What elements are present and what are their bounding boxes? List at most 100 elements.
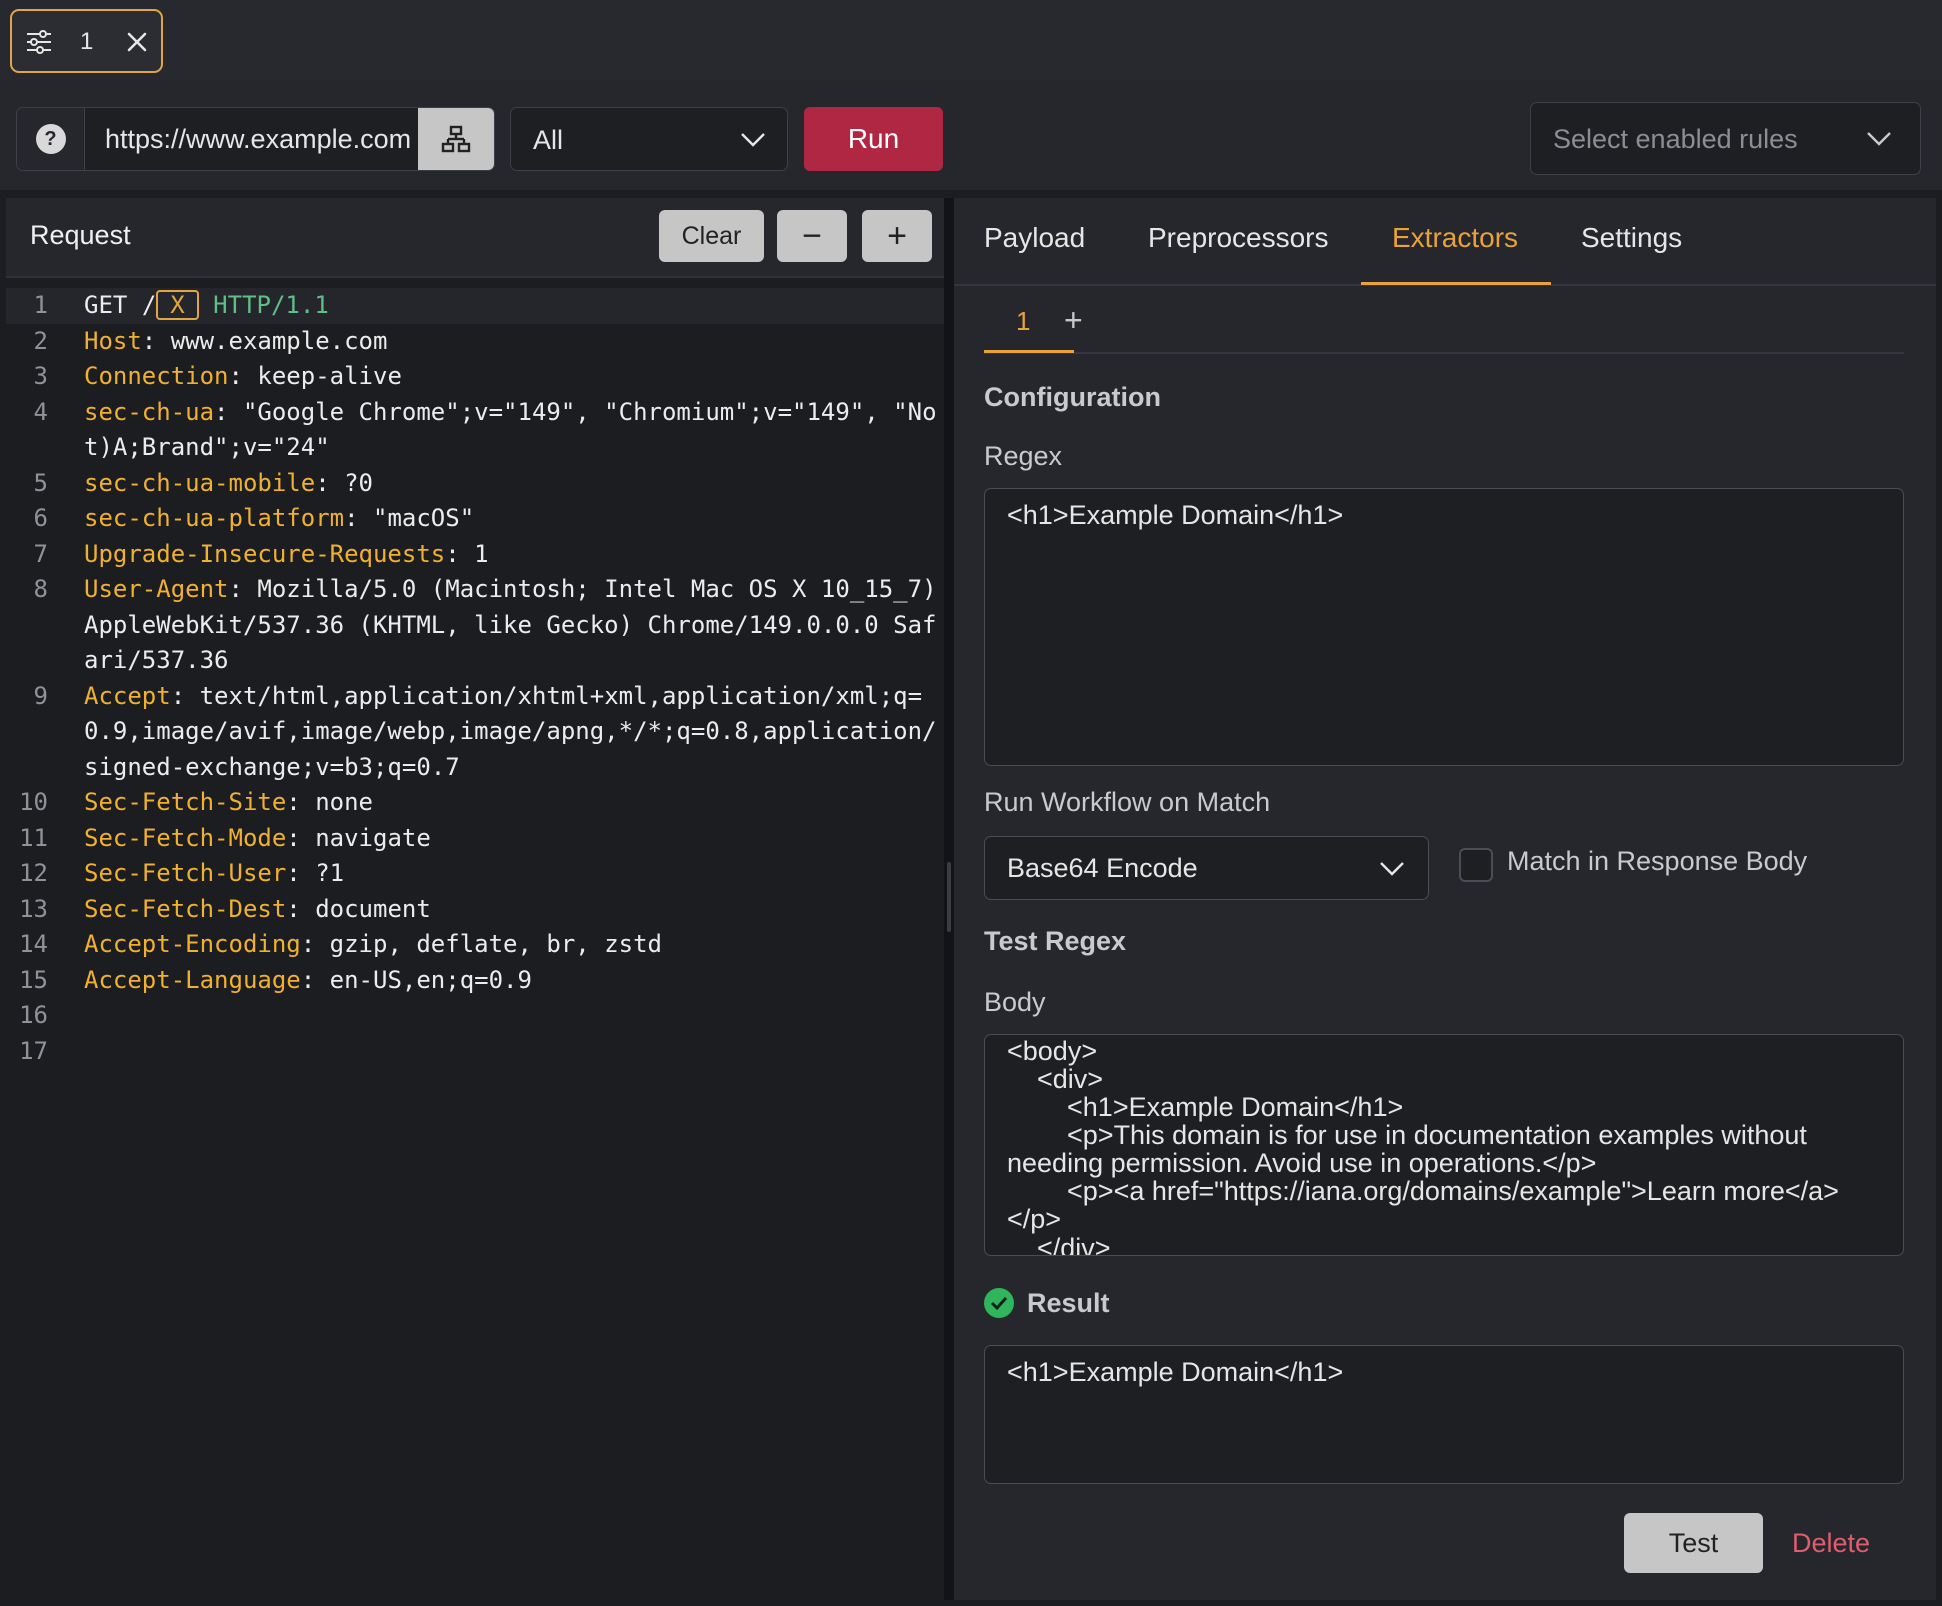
tab-extractors[interactable]: Extractors bbox=[1392, 222, 1518, 254]
tab-payload[interactable]: Payload bbox=[984, 222, 1085, 254]
splitter-grip[interactable] bbox=[947, 862, 951, 932]
header-value: text/html,application/xhtml+xml,applicat… bbox=[84, 681, 937, 781]
header-value: www.example.com bbox=[170, 326, 388, 355]
header-name: Accept bbox=[84, 681, 171, 710]
header-value: keep-alive bbox=[257, 362, 402, 390]
zoom-out-button[interactable]: − bbox=[777, 210, 847, 262]
line-number: 15 bbox=[19, 965, 48, 994]
request-header-line: 12 Sec-Fetch-User: ?1 bbox=[6, 856, 944, 892]
http-protocol: HTTP/1.1 bbox=[213, 291, 329, 319]
line-number: 8 bbox=[33, 575, 48, 603]
header-separator: : bbox=[228, 575, 258, 603]
body-label: Body bbox=[984, 987, 1046, 1017]
request-header-line: 11 Sec-Fetch-Mode: navigate bbox=[6, 821, 944, 857]
network-button[interactable] bbox=[418, 108, 494, 170]
header-separator: : bbox=[315, 468, 345, 497]
line-number: 3 bbox=[33, 362, 48, 390]
help-icon: ? bbox=[35, 124, 66, 154]
request-header-line: 2 Host: www.example.com bbox=[6, 324, 944, 360]
success-check-icon bbox=[984, 1288, 1014, 1318]
header-value: en-US,en;q=0.9 bbox=[329, 965, 532, 994]
header-separator: : bbox=[300, 965, 330, 994]
request-tab[interactable]: 1 bbox=[10, 9, 163, 73]
request-panel: Request Clear − + 1 GET / X HTTP/1.1 2 Hos… bbox=[6, 198, 944, 1600]
header-separator: : bbox=[300, 930, 330, 958]
run-button[interactable]: Run bbox=[804, 107, 943, 171]
request-header: Request Clear − + bbox=[6, 198, 944, 278]
header-separator: : bbox=[445, 539, 475, 568]
match-response-body-checkbox[interactable] bbox=[1459, 848, 1493, 882]
request-header-line: 10 Sec-Fetch-Site: none bbox=[6, 785, 944, 821]
help-button[interactable]: ? bbox=[17, 108, 85, 170]
request-header-line: 9 Accept: text/html,application/xhtml+xml… bbox=[6, 679, 944, 786]
request-header-line: 8 User-Agent: Mozilla/5.0 (Macintosh; Int… bbox=[6, 572, 944, 679]
header-name: Sec-Fetch-Site bbox=[84, 788, 287, 816]
clear-button[interactable]: Clear bbox=[659, 210, 764, 262]
regex-label: Regex bbox=[984, 441, 1063, 471]
header-separator: : bbox=[286, 823, 316, 852]
body-input[interactable]: <body> <div> <h1>Example Domain</h1> <p>… bbox=[984, 1034, 1904, 1256]
header-name: Accept-Encoding bbox=[84, 930, 301, 958]
line-number: 13 bbox=[19, 894, 48, 923]
header-value: ?0 bbox=[344, 468, 373, 497]
header-value: document bbox=[315, 894, 431, 923]
request-header-line: 4 sec-ch-ua: "Google Chrome";v="149", "Ch… bbox=[6, 395, 944, 466]
delete-button[interactable]: Delete bbox=[1792, 1528, 1870, 1559]
header-separator: : bbox=[286, 788, 316, 816]
request-line: 1 GET / X HTTP/1.1 bbox=[6, 288, 944, 324]
close-icon[interactable] bbox=[124, 29, 150, 55]
request-header-line: 15 Accept-Language: en-US,en;q=0.9 bbox=[6, 963, 944, 999]
add-extractor-button[interactable]: + bbox=[1064, 302, 1083, 339]
line-number: 1 bbox=[33, 291, 48, 319]
tab-settings[interactable]: Settings bbox=[1581, 222, 1682, 254]
regex-input[interactable]: <h1>Example Domain</h1> bbox=[984, 488, 1904, 766]
request-header-line: 13 Sec-Fetch-Dest: document bbox=[6, 892, 944, 928]
tab-number: 1 bbox=[80, 28, 94, 55]
request-header-line: 5 sec-ch-ua-mobile: ?0 bbox=[6, 466, 944, 502]
tab-bar: Payload Preprocessors Extractors Setting… bbox=[954, 198, 1936, 286]
rules-select[interactable]: Select enabled rules bbox=[1530, 102, 1921, 175]
tab-preprocessors[interactable]: Preprocessors bbox=[1148, 222, 1329, 254]
line-number: 9 bbox=[33, 681, 48, 710]
result-heading: Result bbox=[1027, 1288, 1110, 1318]
test-regex-heading: Test Regex bbox=[984, 926, 1127, 956]
match-response-body-label: Match in Response Body bbox=[1507, 846, 1808, 876]
request-editor[interactable]: 1 GET / X HTTP/1.1 2 Host: www.example.com… bbox=[6, 288, 944, 1069]
line-number: 16 bbox=[19, 1001, 48, 1029]
sliders-icon[interactable] bbox=[26, 30, 52, 54]
header-separator: : bbox=[170, 681, 200, 710]
header-name: sec-ch-ua-mobile bbox=[84, 468, 316, 497]
line-number: 7 bbox=[33, 539, 48, 568]
request-header-line: 6 sec-ch-ua-platform: "macOS" bbox=[6, 501, 944, 537]
header-name: Upgrade-Insecure-Requests bbox=[84, 539, 446, 568]
workflow-select[interactable]: Base64 Encode bbox=[984, 836, 1429, 900]
header-name: Sec-Fetch-User bbox=[84, 859, 287, 887]
header-name: Sec-Fetch-Dest bbox=[84, 894, 287, 923]
header-name: sec-ch-ua-platform bbox=[84, 504, 345, 532]
line-number: 10 bbox=[19, 788, 48, 816]
result-output[interactable]: <h1>Example Domain</h1> bbox=[984, 1345, 1904, 1484]
header-value: 1 bbox=[474, 539, 489, 568]
request-header-line: 7 Upgrade-Insecure-Requests: 1 bbox=[6, 537, 944, 573]
header-value: "macOS" bbox=[373, 504, 475, 532]
header-separator: : bbox=[286, 859, 316, 887]
chevron-down-icon bbox=[1380, 862, 1404, 876]
line-number: 5 bbox=[33, 468, 48, 497]
header-separator: : bbox=[344, 504, 373, 532]
url-input[interactable] bbox=[87, 108, 417, 170]
rules-select-placeholder: Select enabled rules bbox=[1553, 124, 1798, 154]
zoom-in-button[interactable]: + bbox=[862, 210, 932, 262]
line-number: 12 bbox=[19, 859, 48, 887]
tab-strip: 1 bbox=[0, 0, 1942, 80]
extractor-panel: Payload Preprocessors Extractors Setting… bbox=[954, 198, 1936, 1600]
line-number: 4 bbox=[33, 397, 48, 426]
header-name: sec-ch-ua bbox=[84, 397, 215, 426]
test-button[interactable]: Test bbox=[1624, 1513, 1763, 1573]
header-separator: : bbox=[228, 362, 258, 390]
payload-marker[interactable]: X bbox=[156, 290, 199, 320]
scope-select[interactable]: All bbox=[510, 107, 788, 171]
line-number: 11 bbox=[19, 823, 48, 852]
subtab-1[interactable]: 1 bbox=[1016, 306, 1030, 337]
header-separator: : bbox=[286, 894, 316, 923]
panel-splitter[interactable] bbox=[944, 198, 954, 1600]
